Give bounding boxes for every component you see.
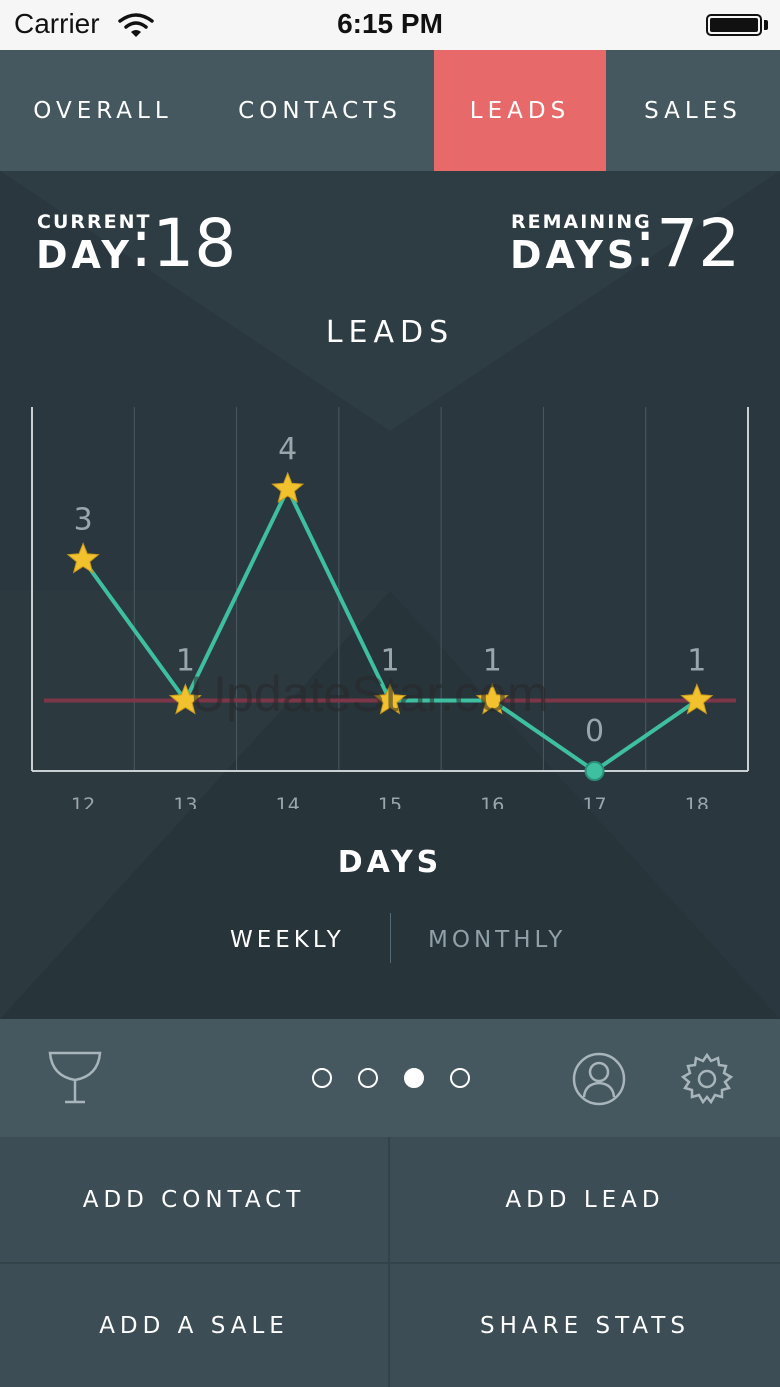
add-lead-button[interactable]: ADD LEAD: [390, 1137, 780, 1262]
period-divider: [390, 913, 391, 963]
action-divider-horizontal: [0, 1262, 780, 1264]
stats-panel: CURRENT DAY :18 REMAINING DAYS :72 LEADS…: [0, 171, 780, 1019]
tab-bar: OVERALL CONTACTS LEADS SALES: [0, 50, 780, 171]
tab-contacts[interactable]: CONTACTS: [206, 50, 434, 171]
remaining-label: REMAINING: [511, 211, 652, 233]
page-dot-4[interactable]: [450, 1068, 470, 1088]
leads-chart: 312113414115116017118: [31, 407, 749, 809]
bottom-toolbar: [0, 1019, 780, 1137]
battery-icon: [706, 14, 762, 36]
status-bar: Carrier 6:15 PM: [0, 0, 780, 50]
tab-overall[interactable]: OVERALL: [0, 50, 206, 171]
x-axis-label: DAYS: [337, 845, 443, 880]
data-point-circle: [584, 761, 605, 781]
page-dot-1[interactable]: [312, 1068, 332, 1088]
x-tick-label: 15: [378, 794, 402, 809]
share-stats-button[interactable]: SHARE STATS: [390, 1264, 780, 1387]
add-contact-button[interactable]: ADD CONTACT: [0, 1137, 388, 1262]
x-tick-label: 13: [173, 794, 197, 809]
page-dot-2[interactable]: [358, 1068, 378, 1088]
x-tick-label: 17: [582, 794, 606, 809]
x-tick-label: 16: [480, 794, 504, 809]
x-tick-label: 14: [276, 794, 300, 809]
x-tick-label: 18: [685, 794, 709, 809]
watermark: UpdateStar.com: [190, 666, 549, 722]
remaining-days-label: DAYS: [510, 233, 639, 277]
data-label: 3: [74, 503, 93, 538]
action-divider-vertical: [388, 1137, 390, 1387]
profile-icon[interactable]: [571, 1052, 627, 1106]
data-label: 4: [278, 432, 297, 467]
data-point-star: [271, 471, 305, 503]
tab-leads[interactable]: LEADS: [434, 50, 606, 171]
series-line: [81, 487, 698, 773]
battery-tip: [764, 20, 768, 30]
data-label: 0: [585, 714, 604, 749]
monthly-toggle[interactable]: MONTHLY: [428, 927, 566, 953]
add-sale-button[interactable]: ADD A SALE: [0, 1264, 388, 1387]
current-day-value: :18: [130, 205, 237, 282]
weekly-toggle[interactable]: WEEKLY: [230, 927, 345, 953]
chart-title: LEADS: [325, 315, 455, 350]
x-tick-label: 12: [71, 794, 95, 809]
trophy-icon[interactable]: [46, 1050, 104, 1106]
tab-sales[interactable]: SALES: [606, 50, 780, 171]
clock: 6:15 PM: [337, 8, 443, 39]
remaining-days-value: :72: [634, 205, 741, 282]
page-dot-3[interactable]: [404, 1068, 424, 1088]
data-label: 1: [687, 644, 706, 679]
data-point-star: [66, 542, 100, 574]
current-day-label: DAY: [36, 233, 133, 277]
settings-icon[interactable]: [680, 1052, 734, 1106]
